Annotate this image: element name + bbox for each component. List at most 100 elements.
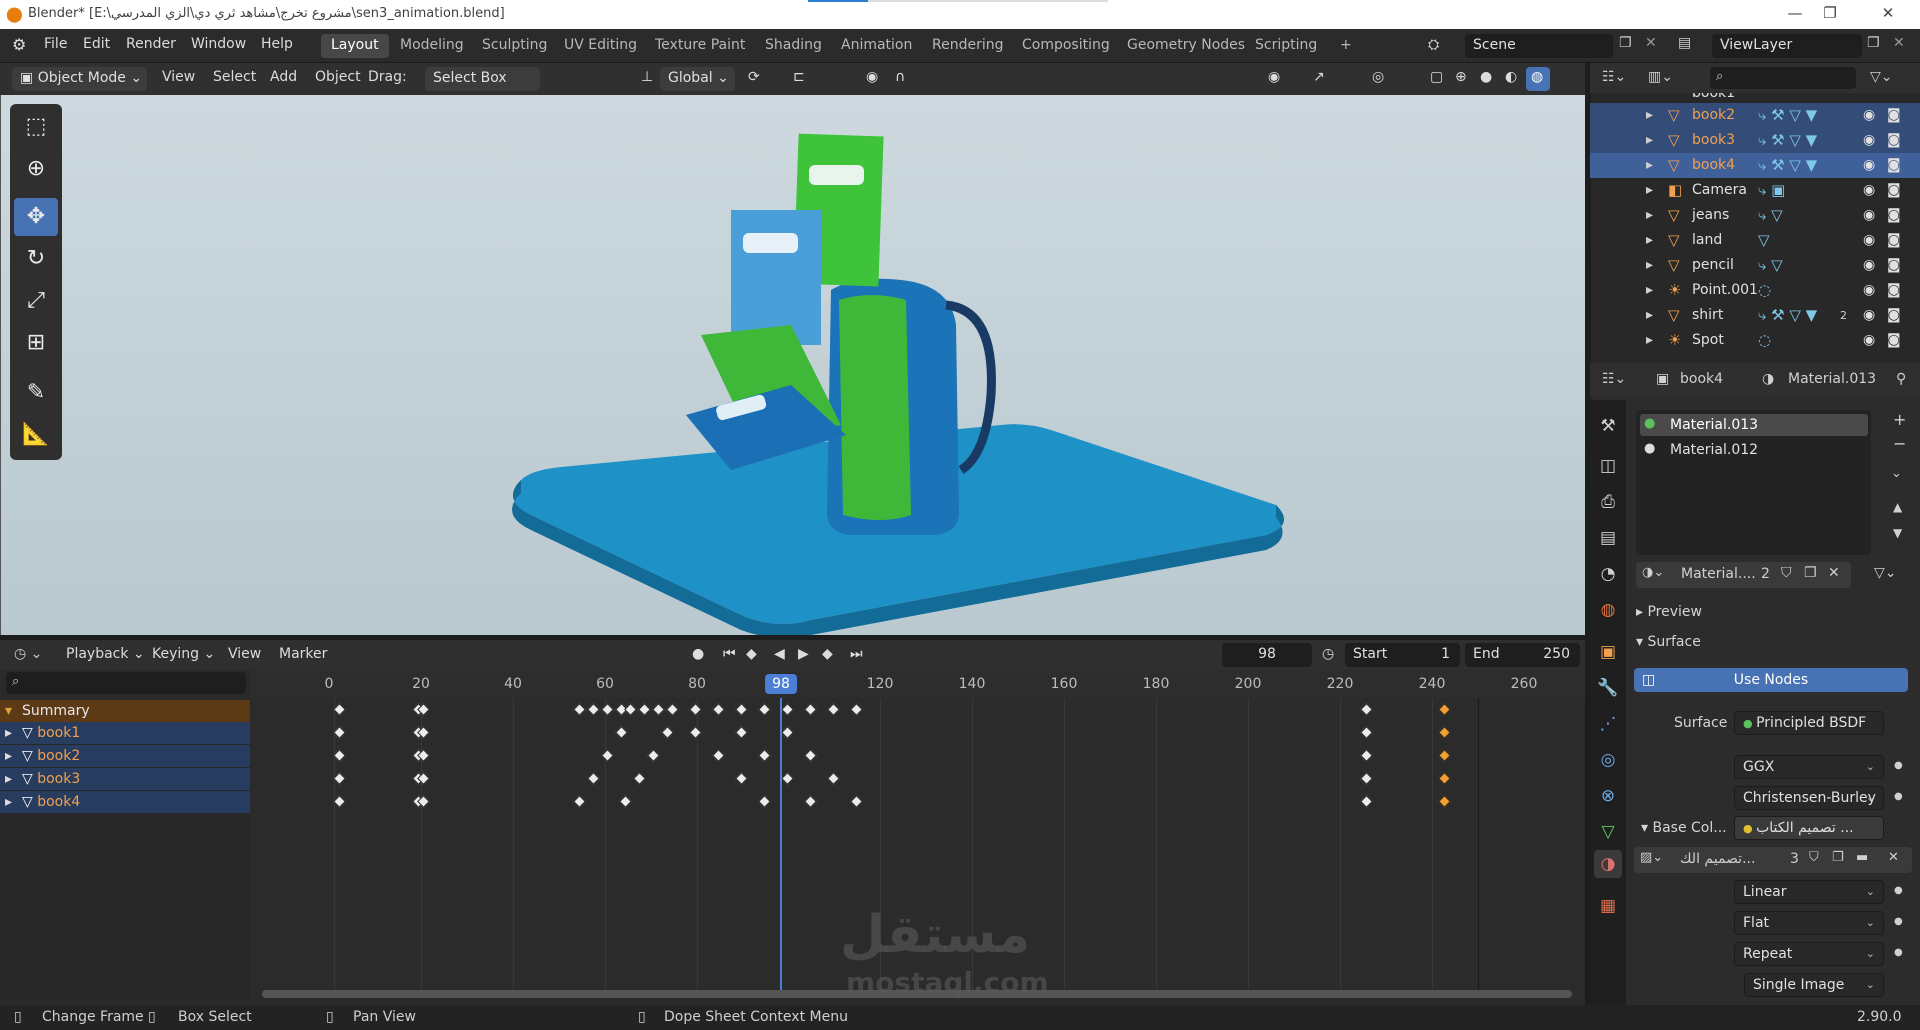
keyframe-dot-icon[interactable]: ● [1894,916,1903,927]
tab-scripting[interactable]: Scripting [1245,34,1327,58]
eye-icon[interactable]: ◉ [1863,203,1875,228]
outliner-row-pencil[interactable]: ▸ ▽ pencil ⤷ ▽ ◉ ◙ [1590,253,1920,278]
expand-icon[interactable]: ▸ [1646,128,1653,153]
world-tab-icon[interactable]: ◍ [1596,598,1620,622]
outliner-search-input[interactable]: ⌕ [1710,67,1856,89]
slot-menu-icon[interactable]: ⌄ [1891,466,1902,481]
expand-icon[interactable]: ▸ [5,745,12,767]
channel-summary[interactable]: ▾ Summary [0,700,250,722]
solid-shading-icon[interactable]: ● [1480,69,1492,85]
view-menu-timeline[interactable]: View [228,646,261,662]
camera-render-icon[interactable]: ◙ [1887,228,1901,253]
channel-book1[interactable]: ▸ ▽ book1 [0,722,250,744]
fake-user-icon[interactable]: ⛉ [1781,565,1792,581]
tab-rendering[interactable]: Rendering [922,34,1014,58]
outliner-row-book4[interactable]: ▸ ▽ book4 ⤷ ⚒ ▽ ▼ ◉ ◙ [1590,153,1920,178]
jump-end-icon[interactable]: ⏭ [850,646,863,662]
channel-search-input[interactable]: ⌕ [6,672,246,694]
select-box-tool-icon[interactable]: ⬚ [14,108,58,146]
move-tool-icon[interactable]: ✥ [14,198,58,236]
object-menu[interactable]: Object [315,69,361,85]
expand-icon[interactable]: ▸ [1646,253,1653,278]
view-menu[interactable]: View [162,69,195,85]
scene-tab-icon[interactable]: ◔ [1596,562,1620,586]
camera-render-icon[interactable]: ◙ [1887,153,1901,178]
preview-panel[interactable]: ▸ Preview [1636,604,1702,620]
expand-icon[interactable]: ▸ [1646,228,1653,253]
surface-panel[interactable]: ▾ Surface [1636,634,1701,650]
camera-render-icon[interactable]: ◙ [1887,328,1901,353]
select-menu[interactable]: Select [213,69,256,85]
menu-file[interactable]: File [44,36,67,52]
proportional-edit-icon[interactable]: ◉ [866,69,878,85]
expand-icon[interactable]: ▸ [5,791,12,813]
close-button[interactable]: ✕ [1868,4,1908,22]
start-frame-field[interactable]: Start 1 [1345,643,1460,667]
measure-tool-icon[interactable]: 📐 [14,416,58,454]
expand-icon[interactable]: ▸ [1646,328,1653,353]
keying-menu[interactable]: Keying ⌄ [152,646,215,662]
playhead-line[interactable] [780,698,782,998]
open-folder-icon[interactable]: ▬ [1856,850,1868,865]
outliner-row-land[interactable]: ▸ ▽ land ▽ ◉ ◙ [1590,228,1920,253]
outliner-row-point[interactable]: ▸ ☀ Point.001 ◌ ◉ ◙ [1590,278,1920,303]
camera-render-icon[interactable]: ◙ [1887,103,1901,128]
duplicate-icon[interactable]: ❐ [1804,565,1817,581]
expand-icon[interactable]: ▾ [5,700,12,722]
playback-menu[interactable]: Playback ⌄ [66,646,145,662]
surface-shader-field[interactable]: ● Principled BSDF [1734,711,1884,735]
marker-menu[interactable]: Marker [279,646,327,662]
subsurface-method-dropdown[interactable]: Christensen-Burley ⌄ [1734,786,1884,810]
editor-type-icon[interactable]: ◷ ⌄ [14,646,42,662]
camera-render-icon[interactable]: ◙ [1887,178,1901,203]
tab-geometry-nodes[interactable]: Geometry Nodes [1117,34,1255,58]
display-mode-icon[interactable]: ▥⌄ [1648,69,1673,85]
keyframe-dot-icon[interactable]: ● [1894,947,1903,958]
menu-help[interactable]: Help [261,36,293,52]
add-slot-icon[interactable]: + [1893,410,1906,429]
overlay-icon[interactable]: ◎ [1372,69,1384,85]
add-menu[interactable]: Add [270,69,297,85]
pin-icon[interactable]: ⚲ [1896,371,1906,387]
next-keyframe-icon[interactable]: ◆ [822,646,833,662]
blender-menu-icon[interactable]: ⚙ [12,35,26,54]
distribution-dropdown[interactable]: GGX ⌄ [1734,755,1884,779]
record-icon[interactable]: ● [692,646,704,662]
tool-tab-icon[interactable]: ⚒ [1596,414,1620,438]
falloff-icon[interactable]: ∩ [895,69,905,85]
pivot-icon[interactable]: ⟳ [748,69,760,85]
new-view-layer-icon[interactable]: ❐ [1867,35,1880,51]
unlink-icon[interactable]: ✕ [1828,565,1840,581]
projection-dropdown[interactable]: Flat ⌄ [1734,911,1884,935]
base-color-row[interactable]: ▾ Base Col... [1641,820,1727,836]
remove-view-layer-icon[interactable]: ✕ [1893,35,1905,51]
image-datablock[interactable]: ▨⌄ تصميم الك... 3 ⛉ ❐ ▬ ✕ [1634,847,1912,873]
material-link-icon[interactable]: ▽⌄ [1874,565,1897,581]
tab-shading[interactable]: Shading [755,34,832,58]
transform-tool-icon[interactable]: ⊞ [14,324,58,362]
base-color-input-field[interactable]: ● تصميم الكتاب ... [1734,816,1884,840]
keyframe-dot-icon[interactable]: ● [1894,791,1903,802]
scale-tool-icon[interactable]: ⤢ [14,282,58,320]
channel-book4[interactable]: ▸ ▽ book4 [0,791,250,813]
visibility-icon[interactable]: ◉ [1268,69,1280,85]
keyframe-dot-icon[interactable]: ● [1894,885,1903,896]
expand-icon[interactable]: ▸ [5,768,12,790]
play-reverse-icon[interactable]: ◀ [774,646,785,662]
frame-ruler[interactable] [250,670,1585,698]
eye-icon[interactable]: ◉ [1863,153,1875,178]
editor-type-icon[interactable]: ☷⌄ [1602,371,1626,387]
physics-tab-icon[interactable]: ◎ [1596,748,1620,772]
tab-sculpting[interactable]: Sculpting [472,34,557,58]
scene-field[interactable]: Scene [1465,34,1613,58]
eye-icon[interactable]: ◉ [1863,178,1875,203]
interpolation-dropdown[interactable]: Linear ⌄ [1734,880,1884,904]
eye-icon[interactable]: ◉ [1863,128,1875,153]
expand-icon[interactable]: ▸ [1646,303,1653,328]
eye-icon[interactable]: ◉ [1863,228,1875,253]
outliner-row-camera[interactable]: ▸ ◧ Camera ⤷ ▣ ◉ ◙ [1590,178,1920,203]
xray-icon[interactable]: ▢ [1430,69,1443,85]
minimize-button[interactable]: — [1775,4,1815,22]
material-browse-icon[interactable]: ◑⌄ [1642,565,1664,580]
viewport-3d[interactable] [0,95,1585,635]
